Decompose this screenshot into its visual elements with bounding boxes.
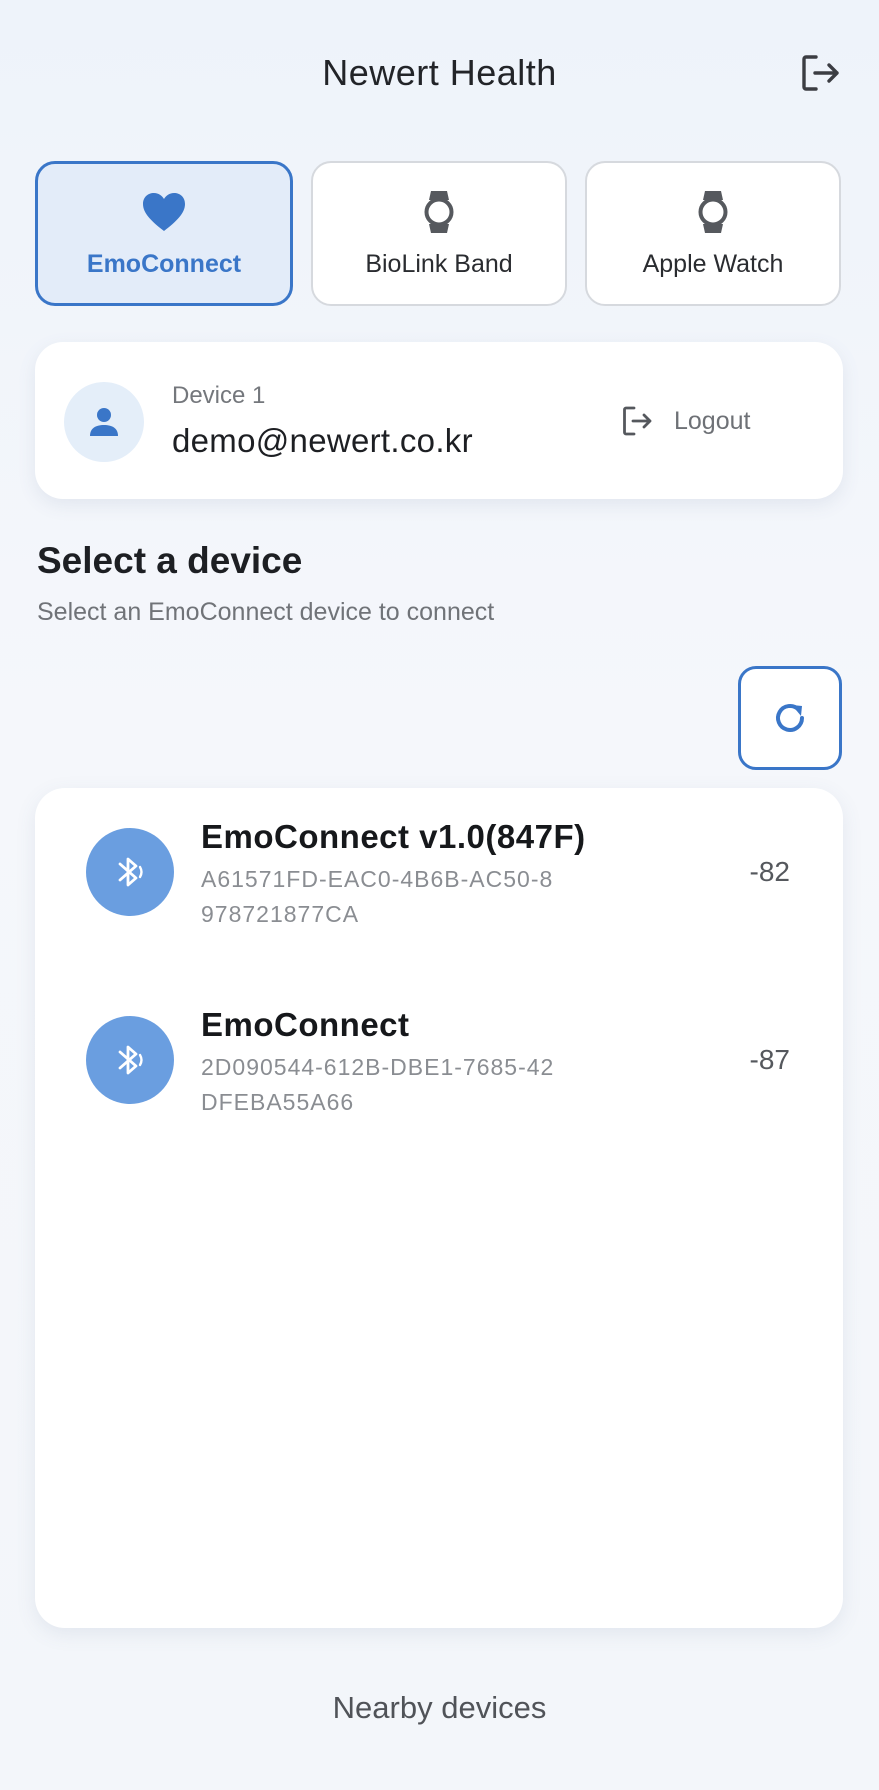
- avatar: [64, 382, 144, 462]
- tab-biolink-band[interactable]: BioLink Band: [311, 161, 567, 306]
- device-name: EmoConnect v1.0(847F): [201, 818, 586, 855]
- heart-icon: [143, 193, 185, 231]
- bluetooth-icon: [118, 1045, 143, 1075]
- account-logout-button[interactable]: Logout: [620, 396, 750, 446]
- logout-label: Logout: [674, 406, 751, 435]
- device-id: 2D090544-612B-DBE1-7685-42DFEBA55A66: [201, 1054, 555, 1115]
- bluetooth-avatar: [86, 1016, 174, 1104]
- watch-icon: [698, 191, 728, 233]
- section-title: Select a device: [37, 540, 303, 581]
- section-subtitle: Select an EmoConnect device to connect: [37, 598, 495, 626]
- device-rssi: -87: [749, 1044, 790, 1075]
- person-icon: [90, 408, 118, 436]
- bluetooth-avatar: [86, 828, 174, 916]
- device-list: EmoConnect v1.0(847F) A61571FD-EAC0-4B6B…: [35, 788, 843, 1628]
- logout-icon: [802, 55, 839, 91]
- app-title: Newert Health: [322, 52, 557, 93]
- header-logout-button[interactable]: [795, 48, 845, 98]
- logout-icon: [623, 406, 652, 436]
- tab-label: BioLink Band: [365, 250, 513, 278]
- tab-label: EmoConnect: [86, 250, 242, 278]
- device-rssi: -82: [749, 856, 790, 887]
- tab-emoconnect[interactable]: EmoConnect: [35, 161, 293, 306]
- account-card: Device 1 demo@newert.co.kr Logout: [35, 342, 843, 499]
- app-root: Newert Health EmoConnect BioLink Band Ap…: [0, 0, 879, 1790]
- list-item[interactable]: EmoConnect 2D090544-612B-DBE1-7685-42DFE…: [35, 1006, 843, 1166]
- refresh-icon: [776, 704, 804, 732]
- device-name: EmoConnect: [201, 1006, 410, 1043]
- account-email: demo@newert.co.kr: [172, 422, 473, 459]
- tab-apple-watch[interactable]: Apple Watch: [585, 161, 841, 306]
- list-item[interactable]: EmoConnect v1.0(847F) A61571FD-EAC0-4B6B…: [35, 818, 843, 978]
- refresh-button[interactable]: [738, 666, 842, 770]
- tab-label: Apple Watch: [642, 250, 784, 278]
- device-id: A61571FD-EAC0-4B6B-AC50-8978721877CA: [201, 866, 554, 927]
- device-label: Device 1: [172, 382, 266, 409]
- watch-icon: [424, 191, 454, 233]
- header: Newert Health: [0, 0, 879, 150]
- bluetooth-icon: [118, 857, 143, 887]
- device-type-tabs: EmoConnect BioLink Band Apple Watch: [35, 161, 841, 306]
- footer-label: Nearby devices: [332, 1690, 547, 1725]
